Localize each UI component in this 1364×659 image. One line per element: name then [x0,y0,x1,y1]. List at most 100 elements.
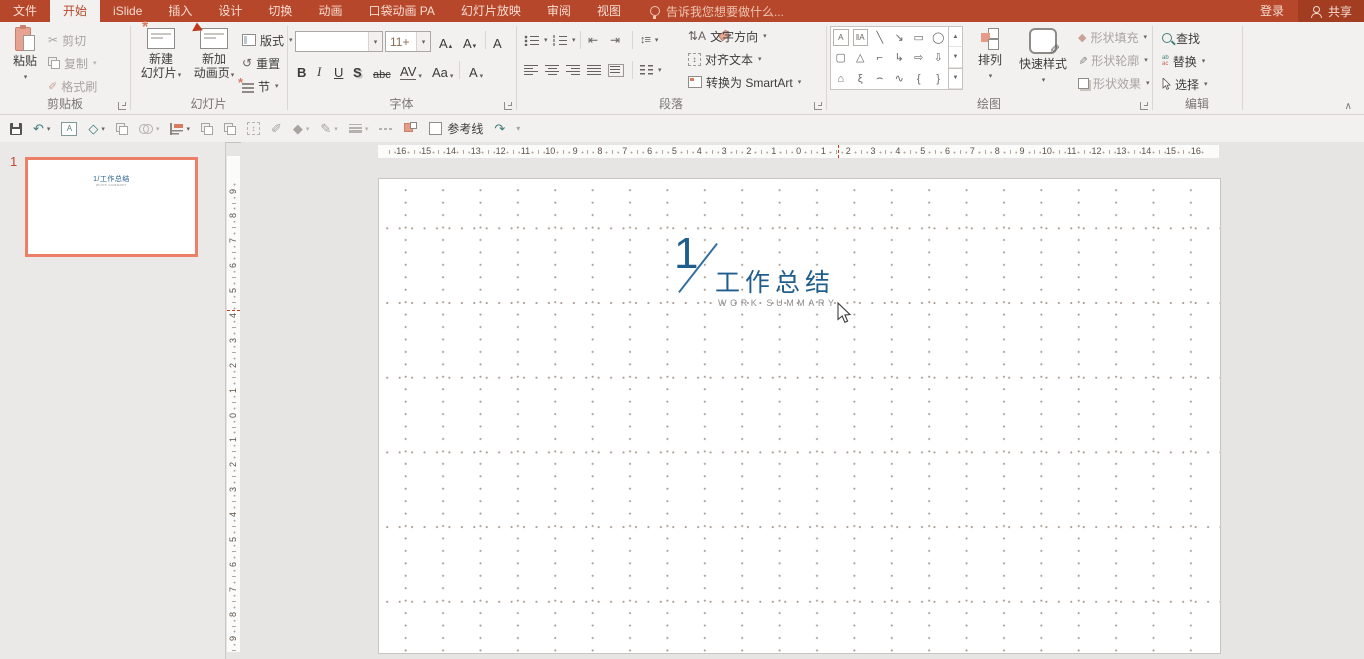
reset-button[interactable]: ↺ 重置 [242,53,280,73]
increase-indent-button[interactable]: ⇥ [610,30,620,50]
menu-tab-6[interactable]: 动画 [305,0,355,22]
resize-object-button[interactable]: ↕ [245,118,262,140]
menu-tab-5[interactable]: 切换 [255,0,305,22]
justify-button[interactable] [587,60,601,80]
shape-left-brace-icon[interactable]: { [909,68,929,89]
share-button[interactable]: 共享 [1298,0,1364,22]
shape-rounded-rectangle-icon[interactable]: ▢ [831,48,851,69]
italic-button[interactable]: I [317,60,321,80]
line-dashes-button[interactable] [377,118,395,140]
send-backward-button[interactable] [222,118,238,140]
align-text-button[interactable]: ↕ 对齐文本▾ [688,49,762,69]
shape-fill-button[interactable]: ◆▾ [291,118,312,140]
undo-button[interactable]: ↶▾ [31,118,52,140]
convert-smartart-button[interactable]: 转换为 SmartArt▾ [688,72,801,92]
insert-text-box-button[interactable]: A [59,118,79,140]
shape-line-arrow-icon[interactable]: ↘ [890,27,910,48]
shape-line-icon[interactable]: ╲ [870,27,890,48]
group-objects-button[interactable] [114,118,130,140]
shape-triangle-icon[interactable]: △ [851,48,871,69]
shapes-scroll-down[interactable]: ▼ [949,47,962,67]
paste-button[interactable]: 粘贴 ▾ [6,26,44,85]
shape-outline-button[interactable]: ✎ 形状轮廓▾ [1078,50,1148,70]
save-button[interactable] [8,118,24,140]
font-color-button[interactable]: A▾ [469,60,483,80]
shape-freeform-icon[interactable]: ⌂ [831,68,851,89]
bullets-button[interactable]: ▾ [524,30,548,50]
slide-title-block[interactable]: 1 工作总结 WORK SUMMARY [662,235,902,311]
toolbar-overflow-button[interactable]: ▾ [514,118,522,140]
distribute-button[interactable] [608,60,624,80]
shape-fill-button[interactable]: ◆ 形状填充▾ [1078,27,1147,47]
shape-outline-button[interactable]: ✎▾ [318,118,339,140]
menu-tab-7[interactable]: 口袋动画 PA [355,0,447,22]
shapes-scroll-up[interactable]: ▲ [949,27,962,47]
font-dialog-launcher[interactable] [504,102,512,110]
font-size-combo[interactable]: 11+ ▾ [385,31,431,52]
shape-text-box-icon[interactable]: A [831,27,851,48]
quick-styles-button[interactable]: 快速样式 ▾ [1014,28,1072,88]
align-objects-button[interactable]: ▾ [168,118,192,140]
paragraph-dialog-launcher[interactable] [814,102,822,110]
bring-forward-button[interactable] [199,118,215,140]
shapes-more-button[interactable]: ▼ [949,68,962,89]
slide-thumbnail[interactable]: 1/工作总结 WORK SUMMARY [25,157,198,257]
cut-button[interactable]: ✂ 剪切 [48,30,86,50]
select-button[interactable]: 选择▾ [1162,74,1208,94]
new-anim-page-button[interactable]: 新加 动画页▾ [188,28,240,83]
underline-button[interactable]: U [334,60,343,80]
collapse-ribbon-button[interactable]: ∧ [1345,101,1352,112]
numbering-button[interactable]: ▾ [552,30,576,50]
text-direction-button[interactable]: ⇅A 文字方向▾ [688,26,767,46]
guides-checkbox[interactable] [429,122,442,135]
menu-tab-1[interactable]: 开始 [50,0,100,22]
font-size-dropdown[interactable]: ▾ [416,32,430,51]
decrease-indent-button[interactable]: ⇤ [588,30,598,50]
menu-tab-8[interactable]: 幻灯片放映 [448,0,534,22]
shape-oval-icon[interactable]: ◯ [929,27,949,48]
shape-scribble-icon[interactable]: ξ [851,68,871,89]
selection-pane-button[interactable] [402,118,420,140]
bold-button[interactable]: B [297,60,306,80]
horizontal-ruler[interactable]: 1615141312111098765432101234567891011121… [378,145,1219,158]
align-right-button[interactable] [566,60,580,80]
shape-effects-button[interactable]: 形状效果▾ [1078,73,1150,93]
copy-button[interactable]: 复制▾ [48,53,97,73]
shape-right-brace-icon[interactable]: } [929,68,949,89]
align-center-button[interactable] [545,60,559,80]
replace-button[interactable]: abac 替换▾ [1162,51,1205,71]
shape-elbow-arrow-connector-icon[interactable]: ↳ [890,48,910,69]
section-button[interactable]: 节▾ [242,76,279,96]
sign-in-button[interactable]: 登录 [1246,0,1298,22]
tell-me-box[interactable]: 告诉我您想要做什么... [650,0,784,22]
shrink-font-button[interactable]: A▾ [463,31,476,51]
columns-button[interactable]: ▾ [640,60,662,80]
clipboard-dialog-launcher[interactable] [118,102,126,110]
guides-toggle[interactable]: 参考线 [427,118,485,140]
arrange-button[interactable]: 排列 ▾ [970,28,1010,84]
new-slide-button[interactable]: * 新建 幻灯片▾ [136,28,186,83]
drawing-dialog-launcher[interactable] [1140,102,1148,110]
menu-tab-4[interactable]: 设计 [205,0,255,22]
menu-tab-3[interactable]: 插入 [155,0,205,22]
text-shadow-button[interactable]: S [353,60,362,80]
character-spacing-button[interactable]: AV▾ [400,60,422,80]
vertical-ruler[interactable]: 9876543210123456789 [227,156,240,652]
shape-rectangle-icon[interactable]: ▭ [909,27,929,48]
insert-shapes-button[interactable]: ◇▾ [86,118,107,140]
menu-tab-0[interactable]: 文件 [0,0,50,22]
shape-down-arrow-icon[interactable]: ⇩ [929,48,949,69]
font-name-combo[interactable]: ▾ [295,31,383,52]
shape-curve-icon[interactable]: ∿ [890,68,910,89]
shape-vertical-text-box-icon[interactable]: ‖A [851,27,871,48]
align-left-button[interactable] [524,60,538,80]
slide-page[interactable]: 1 工作总结 WORK SUMMARY [378,178,1221,654]
change-case-button[interactable]: Aa▾ [432,60,453,80]
format-painter-button[interactable]: ✐ 格式刷 [48,76,97,96]
shape-right-arrow-icon[interactable]: ⇨ [909,48,929,69]
line-weight-button[interactable]: ▾ [347,118,371,140]
merge-shapes-button[interactable]: ▾ [137,118,162,140]
redo-button[interactable]: ↷ [492,118,507,140]
strikethrough-button[interactable]: abc [373,61,391,81]
line-spacing-button[interactable]: ↕≡▾ [640,30,658,50]
